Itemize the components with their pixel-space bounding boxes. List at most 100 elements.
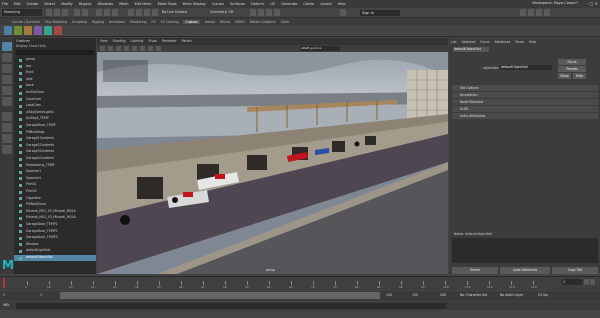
- lasso-tool-icon[interactable]: [2, 53, 12, 62]
- outliner-item[interactable]: side: [14, 77, 96, 83]
- focus-button[interactable]: Focus: [558, 59, 586, 65]
- window-controls[interactable]: – □ ✕: [586, 1, 598, 6]
- copy-tab-button[interactable]: Copy Tab: [552, 267, 598, 274]
- lights-icon[interactable]: [156, 46, 161, 51]
- camera-lock-icon[interactable]: [108, 46, 113, 51]
- tool-settings-icon[interactable]: [544, 9, 550, 16]
- section-extra-attributes[interactable]: Extra Attributes: [452, 113, 598, 119]
- sign-in-button[interactable]: Sign In: [360, 10, 400, 16]
- viewport-menu-lighting[interactable]: Lighting: [131, 39, 144, 43]
- outliner-item[interactable]: aiSkyDomeLight1: [14, 110, 96, 116]
- shelf-tab-arnold[interactable]: Arnold: [205, 20, 215, 24]
- outliner-item[interactable]: Minardi_M02_03_Minardi_M02A: [14, 209, 96, 215]
- paint-select-tool-icon[interactable]: [2, 64, 12, 73]
- shelf-tab-poly-modeling[interactable]: Poly Modeling: [45, 20, 67, 24]
- outliner-item[interactable]: Spanner1: [14, 169, 96, 175]
- range-end-field[interactable]: 120: [412, 293, 418, 297]
- node-tab[interactable]: defaultObjectSet: [453, 47, 489, 52]
- outliner-item[interactable]: PitWallGlove: [14, 202, 96, 208]
- select-component-icon[interactable]: [112, 9, 118, 16]
- outliner-item[interactable]: Garage3Contents: [14, 149, 96, 155]
- outliner-item[interactable]: AsiSkyd_TEMP: [14, 116, 96, 122]
- object-set-field[interactable]: defaultObjectSet: [500, 65, 552, 70]
- menu-mesh-display[interactable]: Mesh Display: [183, 2, 206, 6]
- channel-box-icon[interactable]: [528, 9, 534, 16]
- viewport-menu-renderer[interactable]: Renderer: [162, 39, 177, 43]
- layout-single-icon[interactable]: [2, 112, 12, 121]
- shelf-tab-curves-surfaces[interactable]: Curves / Surfaces: [12, 20, 40, 24]
- shelf-tab-rendering[interactable]: Rendering: [130, 20, 146, 24]
- step-forward-icon[interactable]: [590, 279, 595, 285]
- wireframe-icon[interactable]: [132, 46, 137, 51]
- outliner-item[interactable]: front: [14, 70, 96, 76]
- anim-layer-select[interactable]: No Anim Layer: [500, 293, 523, 297]
- shelf-item-icon[interactable]: [24, 26, 32, 35]
- layout-four-icon[interactable]: [2, 123, 12, 132]
- menu-select[interactable]: Select: [44, 2, 55, 6]
- menu-uv[interactable]: UV: [270, 2, 275, 6]
- shelf-item-icon[interactable]: [44, 26, 52, 35]
- menu-curves[interactable]: Curves: [212, 2, 224, 6]
- range-start-inner-field[interactable]: 1: [40, 293, 42, 297]
- outliner-item[interactable]: GarageDoor_TEMP3: [14, 235, 96, 241]
- range-end-inner-field[interactable]: 120: [386, 293, 392, 297]
- attr-menu-show[interactable]: Show: [515, 40, 524, 44]
- outliner-menubar[interactable]: Display Show Help: [16, 44, 46, 48]
- max-time-field[interactable]: 200: [440, 293, 446, 297]
- outliner-item[interactable]: defaultLightSet: [14, 248, 96, 254]
- outliner-item[interactable]: persp: [14, 57, 96, 63]
- rotate-tool-icon[interactable]: [2, 86, 12, 95]
- shelf-item-icon[interactable]: [4, 26, 12, 35]
- shelf-item-icon[interactable]: [54, 26, 62, 35]
- attr-menu-help[interactable]: Help: [529, 40, 536, 44]
- ipr-render-icon[interactable]: [258, 9, 264, 16]
- scale-tool-icon[interactable]: [2, 97, 12, 106]
- render-settings-icon[interactable]: [266, 9, 272, 16]
- hypershade-icon[interactable]: [274, 9, 280, 16]
- camera-select-icon[interactable]: [100, 46, 105, 51]
- menu-set-selector[interactable]: Modeling: [2, 9, 42, 16]
- play-icon[interactable]: [584, 279, 589, 285]
- outliner-item[interactable]: Garage4Contents: [14, 156, 96, 162]
- viewport-menu-show[interactable]: Show: [148, 39, 157, 43]
- hide-button[interactable]: Hide: [573, 73, 586, 79]
- command-input[interactable]: [16, 303, 446, 309]
- menu-arnold[interactable]: Arnold: [320, 2, 331, 6]
- shelf-tab-xgen[interactable]: XGen: [281, 20, 290, 24]
- section-node-behavior[interactable]: Node Behavior: [452, 99, 598, 105]
- menu-surfaces[interactable]: Surfaces: [230, 2, 245, 6]
- outliner-item[interactable]: PitBuildings: [14, 130, 96, 136]
- outliner-item[interactable]: Pirelli2: [14, 189, 96, 195]
- viewport-menu-shading[interactable]: Shading: [113, 39, 126, 43]
- outliner-item[interactable]: Paddocking_TEMP: [14, 163, 96, 169]
- outliner-item[interactable]: top: [14, 64, 96, 70]
- shelf-tab-fx-caching[interactable]: FX Caching: [161, 20, 179, 24]
- color-management-select[interactable]: sRGB gamma: [300, 46, 340, 51]
- undo-icon[interactable]: [74, 9, 80, 16]
- attr-menu-list[interactable]: List: [451, 40, 457, 44]
- current-frame-field[interactable]: 1: [562, 279, 582, 285]
- outliner-search-input[interactable]: [16, 50, 94, 55]
- open-scene-icon[interactable]: [54, 9, 60, 16]
- menu-deform[interactable]: Deform: [251, 2, 264, 6]
- range-start-field[interactable]: 1: [3, 293, 5, 297]
- menu-edit-mesh[interactable]: Edit Mesh: [134, 2, 151, 6]
- select-hierarchy-icon[interactable]: [96, 9, 102, 16]
- shelf-tab-motion-graphics[interactable]: Motion Graphics: [250, 20, 276, 24]
- menu-generate[interactable]: Generate: [281, 2, 297, 6]
- outliner-item[interactable]: Garage2Contents: [14, 143, 96, 149]
- snap-view-icon[interactable]: [152, 9, 158, 16]
- outliner-item[interactable]: Pirelli1: [14, 182, 96, 188]
- select-tool-icon[interactable]: [2, 42, 12, 51]
- outliner-item[interactable]: Window: [14, 242, 96, 248]
- workspace-label[interactable]: Workspace: Maya Classic*: [532, 1, 578, 5]
- menu-help[interactable]: Help: [338, 2, 346, 6]
- select-button[interactable]: Select: [452, 267, 498, 274]
- menu-display[interactable]: Display: [79, 2, 92, 6]
- menu-file[interactable]: File: [2, 2, 8, 6]
- grid-toggle-icon[interactable]: [124, 46, 129, 51]
- shelf-tab-fx[interactable]: FX: [152, 20, 156, 24]
- bookmark-icon[interactable]: [116, 46, 121, 51]
- attr-menu-selected[interactable]: Selected: [462, 40, 476, 44]
- outliner-item[interactable]: GarageDoor_TEMP: [14, 123, 96, 129]
